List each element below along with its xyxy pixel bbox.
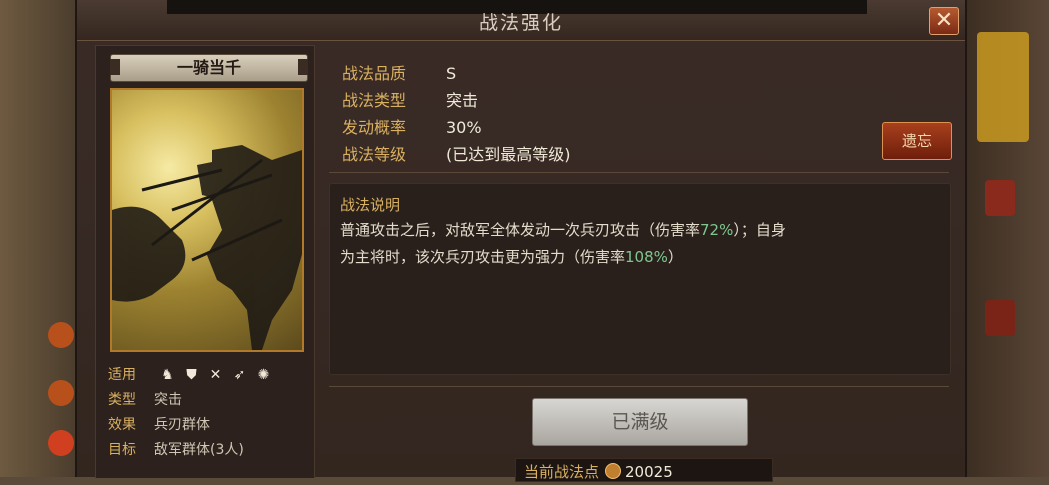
rate-label: 发动概率 <box>342 118 407 137</box>
skill-name: 一骑当千 <box>176 58 241 77</box>
divider <box>329 172 949 173</box>
side-red-tab <box>985 180 1015 216</box>
level-label: 战法等级 <box>342 145 407 164</box>
quality-value: S <box>446 64 457 83</box>
side-orb <box>48 430 74 456</box>
max-level-button[interactable]: 已满级 <box>532 398 748 446</box>
title-bar: 战法强化 ✕ <box>77 0 965 41</box>
level-value: (已达到最高等级) <box>446 145 571 164</box>
skill-enhance-dialog: 战法强化 ✕ 一骑当千 适用 ♞ ⛊ ✕ ➶ ✺ 类型 突击 效果 兵刃群体 目… <box>75 0 967 482</box>
effect-row: 效果 兵刃群体 <box>108 414 210 434</box>
quality-label: 战法品质 <box>342 64 407 83</box>
side-orb <box>48 380 74 406</box>
applicable-icons: ♞ ⛊ ✕ ➶ ✺ <box>158 366 272 384</box>
type-meta-label: 类型 <box>108 392 136 408</box>
level-row: 战法等级 (已达到最高等级) <box>342 141 571 165</box>
dialog-title: 战法强化 <box>478 12 563 34</box>
target-label: 目标 <box>108 442 136 458</box>
description-title: 战法说明 <box>340 196 401 214</box>
rate-row: 发动概率 30% <box>342 114 482 138</box>
description-segment: 为主将时，该次兵刃攻击更为强力（伤害率 <box>340 248 626 266</box>
applicable-row: 适用 ♞ ⛊ ✕ ➶ ✺ <box>108 364 272 384</box>
skill-card-panel: 一骑当千 适用 ♞ ⛊ ✕ ➶ ✺ 类型 突击 效果 兵刃群体 目标 敌军群体(… <box>95 45 315 478</box>
skill-type-row: 战法类型 突击 <box>342 87 478 111</box>
skill-points-bar: 当前战法点 20025 <box>515 458 773 482</box>
damage-rate-value: 108% <box>625 248 668 266</box>
damage-rate-value: 72% <box>700 221 734 239</box>
skill-type-label: 战法类型 <box>342 91 407 110</box>
rate-value: 30% <box>446 118 482 137</box>
banner-cap <box>298 59 308 75</box>
points-label: 当前战法点 <box>524 463 600 481</box>
side-red-tab <box>985 300 1015 336</box>
side-orb <box>48 322 74 348</box>
description-segment: ）；自身 <box>733 221 786 239</box>
description-segment: ） <box>667 248 683 266</box>
description-segment: 普通攻击之后，对敌军全体发动一次兵刃攻击（伤害率 <box>340 221 701 239</box>
banner-cap <box>110 59 120 75</box>
effect-label: 效果 <box>108 417 136 433</box>
skill-artwork <box>110 88 304 352</box>
points-value: 20025 <box>625 463 673 481</box>
side-gold-tab <box>977 32 1029 142</box>
quality-row: 战法品质 S <box>342 60 456 84</box>
skill-name-banner: 一骑当千 <box>110 54 308 82</box>
type-row: 类型 突击 <box>108 389 182 409</box>
background-right <box>967 0 1049 477</box>
type-meta-value: 突击 <box>154 392 182 408</box>
skill-description-box: 战法说明 普通攻击之后，对敌军全体发动一次兵刃攻击（伤害率72%）；自身 为主将… <box>329 183 951 375</box>
skill-type-value: 突击 <box>446 91 479 110</box>
description-text: 普通攻击之后，对敌军全体发动一次兵刃攻击（伤害率72%）；自身 为主将时，该次兵… <box>340 217 940 271</box>
close-icon[interactable]: ✕ <box>929 7 959 35</box>
target-value: 敌军群体(3人) <box>154 442 244 458</box>
target-row: 目标 敌军群体(3人) <box>108 439 244 459</box>
bow-icon: ✕ <box>209 367 222 383</box>
shield-icon: ⛊ <box>186 367 197 383</box>
applicable-label: 适用 <box>108 367 136 383</box>
spear-icon: ➶ <box>233 367 246 383</box>
background-left <box>0 0 78 477</box>
divider <box>329 386 949 387</box>
cavalry-charge-illustration <box>112 145 302 350</box>
siege-icon: ✺ <box>257 367 270 383</box>
cavalry-icon: ♞ <box>161 367 174 383</box>
effect-value: 兵刃群体 <box>154 417 210 433</box>
forget-button[interactable]: 遗忘 <box>882 122 952 160</box>
